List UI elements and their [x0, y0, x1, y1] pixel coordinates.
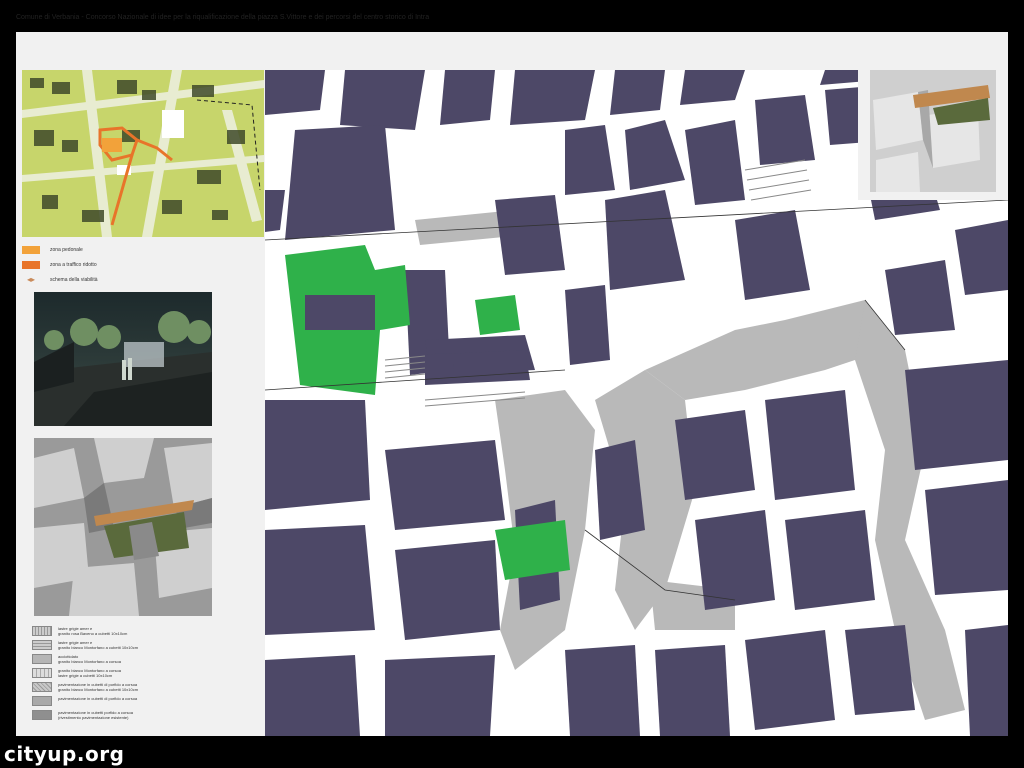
material-swatch — [32, 654, 52, 664]
material-label: pavimentazione in cubetti di porfido a c… — [58, 682, 139, 692]
legend-swatch — [22, 246, 40, 254]
context-mini-map — [22, 70, 264, 237]
legend-item: ◂▸ schema della viabilità — [22, 275, 98, 285]
material-swatch — [32, 682, 52, 692]
legend-swatch — [22, 261, 40, 269]
material-swatch — [32, 696, 52, 706]
material-row: acciottolato granito bianco Montorfano a … — [32, 654, 121, 664]
material-row: pavimentazione in cubetti porfido a cors… — [32, 710, 133, 720]
material-row: pavimentazione in cubetti di porfido a c… — [32, 696, 137, 706]
legend-item: zona a traffico ridotto — [22, 260, 97, 270]
board-title: Comune di Verbania - Concorso Nazionale … — [16, 14, 430, 21]
legend-label: zona pedonale — [50, 247, 83, 253]
legend-item: zona pedonale — [22, 245, 83, 255]
legend-label: zona a traffico ridotto — [50, 262, 97, 268]
material-label: granito bianco Montorfano a corsoa lastre… — [58, 668, 121, 678]
material-label: pavimentazione in cubetti di porfido a c… — [58, 696, 138, 701]
materials-legend: lastre grigie amer e granito rosa Baveno … — [22, 622, 264, 732]
arrow-icon: ◂▸ — [26, 275, 36, 284]
inset-3d-view — [858, 70, 1008, 200]
material-row: lastre grigie amer e granito rosa Baveno … — [32, 626, 127, 636]
material-swatch — [32, 668, 52, 678]
material-label: lastre grigie amer e granito bianco Monto… — [58, 640, 139, 650]
night-render-image — [34, 292, 212, 426]
map-legend: zona pedonale zona a traffico ridotto ◂▸… — [22, 245, 264, 290]
material-swatch — [32, 710, 52, 720]
material-label: acciottolato granito bianco Montorfano a … — [58, 654, 121, 664]
material-row: granito bianco Montorfano a corsoa lastre… — [32, 668, 121, 678]
watermark: cityup.org — [4, 742, 125, 766]
material-label: pavimentazione in cubetti porfido a cors… — [58, 710, 133, 720]
material-row: lastre grigie amer e granito bianco Monto… — [32, 640, 138, 650]
material-swatch — [32, 626, 52, 636]
material-swatch — [32, 640, 52, 650]
material-label: lastre grigie amer e granito rosa Baveno … — [58, 626, 128, 636]
material-row: pavimentazione in cubetti di porfido a c… — [32, 682, 138, 692]
aerial-3d-render — [34, 438, 212, 616]
legend-label: schema della viabilità — [50, 277, 98, 283]
